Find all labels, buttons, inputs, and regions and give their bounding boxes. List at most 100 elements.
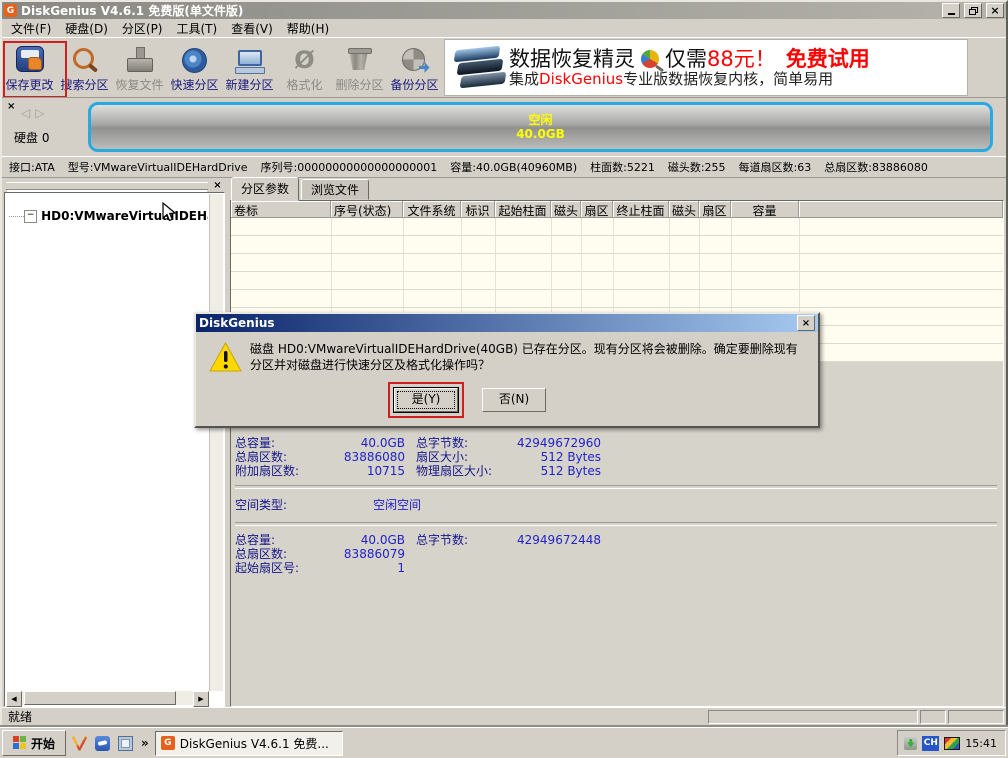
status-pane bbox=[920, 710, 946, 724]
system-tray: CH 15:41 bbox=[897, 730, 1006, 756]
search-partition-button[interactable]: 搜索分区 bbox=[57, 38, 112, 97]
tree-vertical-scrollbar[interactable] bbox=[209, 194, 223, 691]
col-end-head[interactable]: 磁头 bbox=[669, 201, 699, 218]
quicklaunch-overflow-icon[interactable] bbox=[141, 736, 149, 750]
start-button[interactable]: 开始 bbox=[2, 730, 66, 756]
backup-partition-button[interactable]: 备份分区 bbox=[387, 38, 442, 97]
tree-panel-close-icon[interactable] bbox=[212, 181, 223, 191]
info-serial: 序列号:00000000000000000001 bbox=[261, 159, 438, 175]
panel-close-icon[interactable] bbox=[7, 102, 17, 112]
menu-tools[interactable]: 工具(T) bbox=[170, 19, 225, 38]
collapse-icon[interactable] bbox=[24, 210, 37, 223]
col-start-cylinder[interactable]: 起始柱面 bbox=[495, 201, 551, 218]
tray-device-icon[interactable] bbox=[904, 737, 917, 750]
new-partition-button[interactable]: 新建分区 bbox=[222, 38, 277, 97]
menu-disk[interactable]: 硬盘(D) bbox=[58, 19, 115, 38]
restore-icon bbox=[969, 7, 978, 15]
minimize-button[interactable] bbox=[942, 3, 960, 18]
disk-info-bar: 接口:ATA 型号:VMwareVirtualIDEHardDrive 序列号:… bbox=[2, 156, 1006, 178]
delete-partition-icon bbox=[345, 46, 375, 74]
disk-overview-panel: 硬盘 0 空闲 40.0GB bbox=[2, 97, 1006, 156]
format-button[interactable]: 格式化 bbox=[277, 38, 332, 97]
yes-button[interactable]: 是(Y) bbox=[394, 388, 458, 412]
space-type-value: 空闲空间 bbox=[373, 498, 421, 512]
tray-clock[interactable]: 15:41 bbox=[965, 737, 997, 750]
tray-display-icon[interactable] bbox=[944, 737, 960, 750]
window-title: DiskGenius V4.6.1 免费版(单文件版) bbox=[21, 2, 938, 19]
prev-disk-icon[interactable] bbox=[21, 106, 30, 120]
col-end-sector[interactable]: 扇区 bbox=[699, 201, 731, 218]
title-bar: DiskGenius V4.6.1 免费版(单文件版) bbox=[2, 2, 1006, 19]
close-button[interactable] bbox=[986, 3, 1004, 18]
col-flag[interactable]: 标识 bbox=[461, 201, 495, 218]
col-end-cylinder[interactable]: 终止柱面 bbox=[613, 201, 669, 218]
disk-tree-panel: HD0:VMwareVirtualIDEHardD bbox=[4, 180, 225, 707]
ad-banner[interactable]: 数据恢复精灵 仅需 88元！ 免费试用 集成DiskGenius专业版数据恢复内… bbox=[444, 39, 968, 96]
section-divider bbox=[235, 522, 997, 526]
menu-bar: 文件(F) 硬盘(D) 分区(P) 工具(T) 查看(V) 帮助(H) bbox=[2, 19, 1006, 37]
warning-icon bbox=[209, 342, 242, 375]
ad-disk-icon bbox=[453, 45, 505, 91]
quicklaunch-show-desktop-icon[interactable] bbox=[118, 736, 133, 751]
restore-button[interactable] bbox=[964, 3, 982, 18]
table-header-row: 卷标 序号(状态) 文件系统 标识 起始柱面 磁头 扇区 终止柱面 磁头 扇区 … bbox=[231, 201, 1003, 218]
detail-row: 总容量: 40.0GB 总字节数: 42949672448 bbox=[235, 533, 997, 547]
menu-view[interactable]: 查看(V) bbox=[224, 19, 280, 38]
status-pane bbox=[948, 710, 1004, 724]
format-icon bbox=[290, 46, 320, 74]
partition-panel: 分区参数 浏览文件 卷标 序号(状态) 文件系统 标识 起始柱面 磁头 扇区 终… bbox=[230, 180, 1004, 707]
ad-ball-icon bbox=[641, 50, 659, 68]
mouse-cursor bbox=[162, 202, 176, 226]
new-partition-icon bbox=[235, 46, 265, 74]
no-button[interactable]: 否(N) bbox=[482, 388, 546, 412]
col-volume-label[interactable]: 卷标 bbox=[231, 201, 331, 218]
save-changes-icon bbox=[16, 46, 44, 72]
tree-horizontal-scrollbar[interactable] bbox=[6, 691, 209, 705]
backup-partition-icon bbox=[400, 46, 430, 74]
recover-files-button[interactable]: 恢复文件 bbox=[112, 38, 167, 97]
partition-table: 卷标 序号(状态) 文件系统 标识 起始柱面 磁头 扇区 终止柱面 磁头 扇区 … bbox=[230, 200, 1004, 707]
col-capacity[interactable]: 容量 bbox=[731, 201, 799, 218]
recover-files-icon bbox=[125, 46, 155, 74]
col-start-head[interactable]: 磁头 bbox=[551, 201, 581, 218]
detail-row: 总容量: 40.0GB 总字节数: 42949672960 bbox=[235, 436, 997, 450]
ad-price-prefix: 仅需 bbox=[665, 47, 707, 71]
status-bar: 就绪 bbox=[2, 707, 1006, 725]
ime-indicator[interactable]: CH bbox=[922, 736, 939, 751]
taskbar-task-diskgenius[interactable]: DiskGenius V4.6.1 免费... bbox=[155, 731, 343, 756]
col-start-sector[interactable]: 扇区 bbox=[581, 201, 613, 218]
save-changes-button[interactable]: 保存更改 bbox=[2, 38, 57, 97]
col-filesystem[interactable]: 文件系统 bbox=[403, 201, 461, 218]
info-total-sectors: 总扇区数:83886080 bbox=[824, 159, 928, 175]
info-sectors-per-track: 每道扇区数:63 bbox=[739, 159, 812, 175]
info-heads: 磁头数:255 bbox=[668, 159, 726, 175]
next-disk-icon[interactable] bbox=[35, 106, 44, 120]
tree-item-hd0[interactable]: HD0:VMwareVirtualIDEHardD bbox=[9, 209, 208, 223]
delete-partition-button[interactable]: 删除分区 bbox=[332, 38, 387, 97]
scroll-left-icon[interactable] bbox=[6, 691, 22, 707]
scroll-right-icon[interactable] bbox=[193, 691, 209, 707]
panel-gripper[interactable] bbox=[6, 182, 208, 190]
quick-partition-button[interactable]: 快速分区 bbox=[167, 38, 222, 97]
ad-brand: DiskGenius bbox=[539, 70, 623, 88]
main-area: HD0:VMwareVirtualIDEHardD 分区参数 浏览文件 bbox=[2, 178, 1006, 707]
dialog-close-icon[interactable] bbox=[797, 315, 815, 331]
status-text: 就绪 bbox=[8, 708, 32, 725]
quicklaunch-icon-1[interactable] bbox=[72, 736, 87, 751]
section-divider bbox=[235, 485, 997, 489]
taskbar: 开始 DiskGenius V4.6.1 免费... CH 15:41 bbox=[0, 727, 1008, 758]
scrollbar-thumb[interactable] bbox=[24, 691, 176, 705]
tab-browse-files[interactable]: 浏览文件 bbox=[301, 179, 369, 200]
col-index-status[interactable]: 序号(状态) bbox=[331, 201, 403, 218]
ad-trial-link[interactable]: 免费试用 bbox=[786, 47, 870, 71]
menu-file[interactable]: 文件(F) bbox=[4, 19, 58, 38]
ad-line2-prefix: 集成 bbox=[509, 70, 539, 88]
quicklaunch-media-icon[interactable] bbox=[95, 736, 110, 751]
toolbar: 保存更改 搜索分区 恢复文件 快速分区 新建分区 格式化 bbox=[2, 37, 1006, 97]
menu-partition[interactable]: 分区(P) bbox=[115, 19, 170, 38]
detail-row: 总扇区数: 83886079 bbox=[235, 547, 997, 561]
status-pane bbox=[708, 710, 918, 724]
tab-partition-params[interactable]: 分区参数 bbox=[231, 177, 299, 201]
free-space-segment[interactable]: 空闲 40.0GB bbox=[88, 102, 993, 152]
menu-help[interactable]: 帮助(H) bbox=[280, 19, 336, 38]
